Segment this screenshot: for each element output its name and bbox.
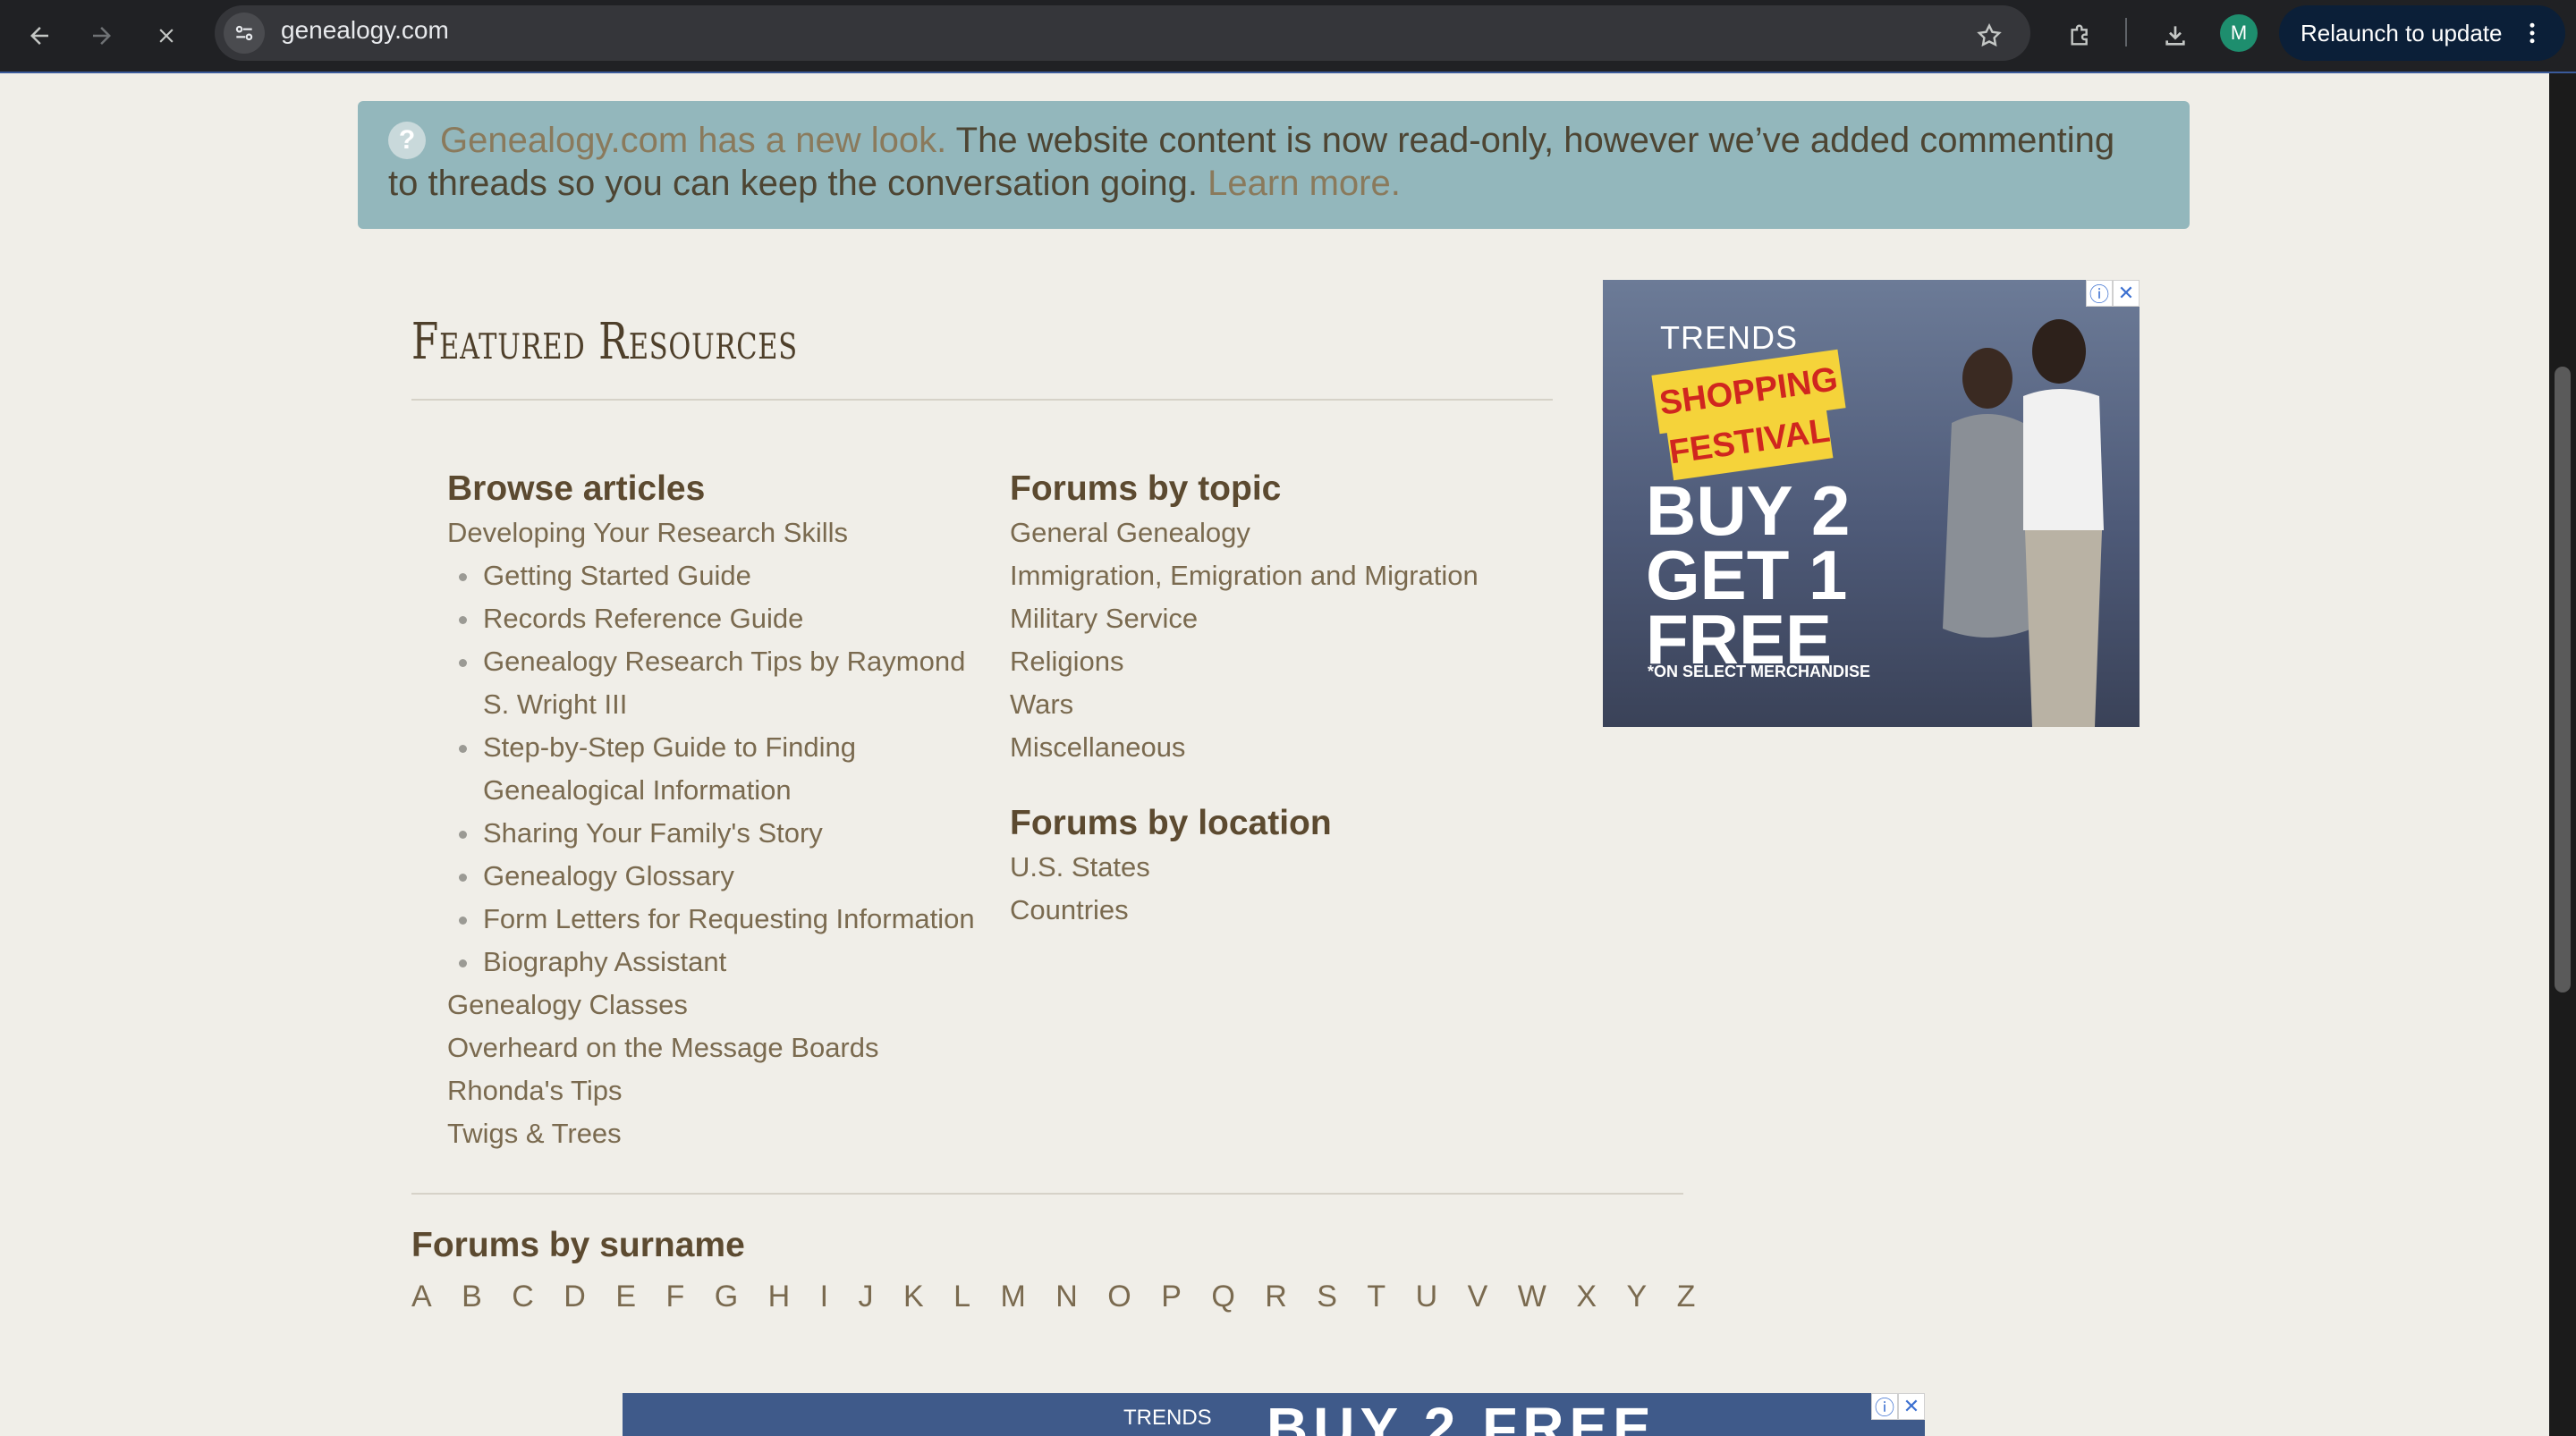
surname-letter-link[interactable]: A <box>411 1275 432 1318</box>
surname-letter-link[interactable]: P <box>1161 1275 1182 1318</box>
close-icon <box>159 29 174 43</box>
list-item-link[interactable]: Sharing Your Family's Story <box>447 812 984 855</box>
list-item-link[interactable]: Biography Assistant <box>447 941 984 984</box>
surname-letter-link[interactable]: T <box>1367 1275 1385 1318</box>
surname-letter-link[interactable]: S <box>1317 1275 1337 1318</box>
surname-letter-index: A B C D E F G H I J K L M N O P Q R S T … <box>411 1275 1716 1318</box>
surname-letter-link[interactable]: F <box>665 1275 684 1318</box>
forums-by-location-section: Forums by location U.S. States Countries <box>1010 801 1582 932</box>
forward-button[interactable] <box>79 13 125 59</box>
site-notice-banner: ? Genealogy.com has a new look. The websi… <box>358 101 2190 229</box>
surname-letter-link[interactable]: W <box>1518 1275 1546 1318</box>
research-skills-list: Getting Started Guide Records Reference … <box>447 554 984 984</box>
back-arrow-icon <box>30 27 48 45</box>
surname-letter-link[interactable]: Q <box>1211 1275 1234 1318</box>
ad-bottom-info-icon[interactable]: ⓘ <box>1871 1393 1898 1420</box>
surname-letter-link[interactable]: C <box>512 1275 534 1318</box>
toolbar-separator <box>2125 18 2127 46</box>
list-item-link[interactable]: Form Letters for Requesting Information <box>447 898 984 941</box>
sidebar-advertisement[interactable]: TRENDS SHOPPING FESTIVAL BUY 2 GET 1 FRE… <box>1603 280 2140 727</box>
surname-divider <box>411 1193 1683 1195</box>
surname-letter-link[interactable]: Y <box>1626 1275 1647 1318</box>
surname-letter-link[interactable]: L <box>953 1275 970 1318</box>
list-item-link[interactable]: Genealogy Research Tips by Raymond S. Wr… <box>447 640 984 726</box>
surname-letter-link[interactable]: I <box>820 1275 828 1318</box>
ad-fine-print: *ON SELECT MERCHANDISE <box>1648 663 1871 680</box>
browse-articles-heading: Browse articles <box>447 469 706 508</box>
surname-letter-link[interactable]: M <box>1000 1275 1025 1318</box>
url-text[interactable]: genealogy.com <box>281 14 449 46</box>
ad-brand: TRENDS <box>1660 319 1799 356</box>
list-item-link[interactable]: Step-by-Step Guide to Finding Genealogic… <box>447 726 984 812</box>
downloads-button[interactable] <box>2152 13 2199 59</box>
forward-arrow-icon <box>93 27 111 45</box>
address-bar[interactable] <box>215 5 2030 61</box>
forums-by-topic-heading: Forums by topic <box>1010 469 1282 508</box>
surname-letter-link[interactable]: D <box>564 1275 586 1318</box>
forum-location-link[interactable]: U.S. States <box>1010 846 1582 889</box>
surname-letter-link[interactable]: B <box>462 1275 482 1318</box>
list-item-link[interactable]: Getting Started Guide <box>447 554 984 597</box>
profile-avatar[interactable]: M <box>2220 14 2258 52</box>
ad-close-icon[interactable]: ✕ <box>2113 280 2140 307</box>
more-vert-icon <box>2529 22 2535 44</box>
ad-bottom-close-icon[interactable]: ✕ <box>1898 1393 1925 1420</box>
forum-topic-link[interactable]: Military Service <box>1010 597 1582 640</box>
developing-research-skills-link[interactable]: Developing Your Research Skills <box>447 511 984 554</box>
ad-info-icon[interactable]: ⓘ <box>2086 280 2113 307</box>
surname-letter-link[interactable]: K <box>903 1275 924 1318</box>
rhondas-tips-link[interactable]: Rhonda's Tips <box>447 1069 984 1112</box>
site-info-button[interactable] <box>224 13 265 54</box>
surname-letter-link[interactable]: J <box>859 1275 874 1318</box>
browse-articles-section: Browse articles Developing Your Research… <box>447 467 984 1155</box>
list-item-link[interactable]: Records Reference Guide <box>447 597 984 640</box>
ad-bottom-controls: ⓘ ✕ <box>1871 1393 1925 1420</box>
stop-loading-button[interactable] <box>143 13 190 59</box>
surname-letter-link[interactable]: H <box>768 1275 791 1318</box>
surname-letter-link[interactable]: O <box>1107 1275 1131 1318</box>
overheard-message-boards-link[interactable]: Overheard on the Message Boards <box>447 1026 984 1069</box>
surname-letter-link[interactable]: Z <box>1677 1275 1696 1318</box>
surname-letter-link[interactable]: N <box>1055 1275 1078 1318</box>
surname-letter-link[interactable]: X <box>1576 1275 1597 1318</box>
back-button[interactable] <box>16 13 63 59</box>
surname-letter-link[interactable]: R <box>1265 1275 1287 1318</box>
forum-topic-link[interactable]: General Genealogy <box>1010 511 1582 554</box>
bookmark-star-button[interactable] <box>1966 13 2012 59</box>
puzzle-icon <box>2071 24 2088 46</box>
featured-resources-title: Featured Resources <box>411 313 798 371</box>
relaunch-label: Relaunch to update <box>2301 19 2503 46</box>
download-icon <box>2165 26 2185 46</box>
forum-topic-link[interactable]: Immigration, Emigration and Migration <box>1010 554 1582 597</box>
ad-controls: ⓘ ✕ <box>2086 280 2140 307</box>
surname-letter-link[interactable]: V <box>1468 1275 1488 1318</box>
forum-topic-link[interactable]: Wars <box>1010 683 1582 726</box>
twigs-trees-link[interactable]: Twigs & Trees <box>447 1112 984 1155</box>
bottom-advertisement[interactable]: TRENDS BUY 2 FREE ⓘ ✕ <box>623 1393 1925 1436</box>
ad-bottom-headline: BUY 2 FREE <box>1267 1396 1657 1436</box>
ad-bottom-brand: TRENDS <box>1123 1406 1212 1430</box>
scrollbar-thumb[interactable] <box>2555 367 2571 993</box>
forums-by-surname-heading: Forums by surname <box>411 1226 745 1264</box>
question-icon: ? <box>388 122 426 159</box>
forum-location-link[interactable]: Countries <box>1010 889 1582 932</box>
notice-text: ? Genealogy.com has a new look. The websi… <box>388 119 2141 205</box>
learn-more-link[interactable]: Learn more. <box>1208 164 1401 203</box>
list-item-link[interactable]: Genealogy Glossary <box>447 855 984 898</box>
surname-letter-link[interactable]: E <box>615 1275 636 1318</box>
star-icon <box>1977 22 2002 47</box>
featured-divider <box>411 399 1553 401</box>
extensions-button[interactable] <box>2057 13 2104 59</box>
tune-icon <box>235 25 253 41</box>
surname-letter-link[interactable]: G <box>715 1275 738 1318</box>
surname-letter-link[interactable]: U <box>1416 1275 1438 1318</box>
forums-by-location-heading: Forums by location <box>1010 804 1332 842</box>
forum-topic-link[interactable]: Miscellaneous <box>1010 726 1582 769</box>
genealogy-classes-link[interactable]: Genealogy Classes <box>447 984 984 1026</box>
notice-new-look-link[interactable]: Genealogy.com has a new look. <box>440 121 946 160</box>
ad-models-image <box>1943 319 2104 727</box>
forums-by-topic-section: Forums by topic General Genealogy Immigr… <box>1010 467 1582 769</box>
forum-topic-link[interactable]: Religions <box>1010 640 1582 683</box>
relaunch-button[interactable]: Relaunch to update <box>2279 5 2565 61</box>
